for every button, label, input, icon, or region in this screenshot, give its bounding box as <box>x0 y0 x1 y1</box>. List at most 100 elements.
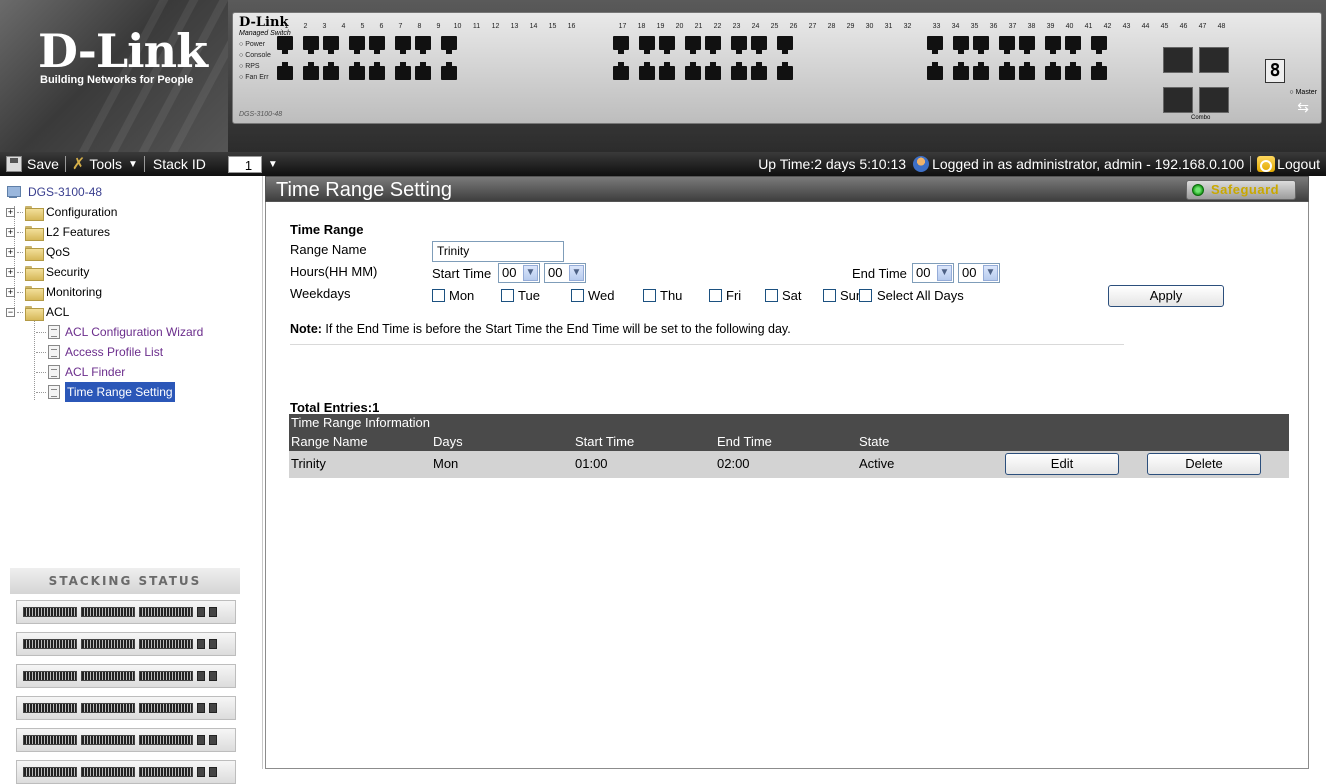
expand-icon[interactable]: + <box>6 247 15 257</box>
tree-label-monitoring: Monitoring <box>46 285 103 299</box>
section-title: Time Range <box>290 222 364 237</box>
day-label-mon: Mon <box>449 288 475 303</box>
ethernet-port <box>277 36 293 54</box>
tree-item-security[interactable]: + Security <box>6 262 203 282</box>
cell-range-name: Trinity <box>291 456 326 471</box>
ethernet-port <box>685 62 701 80</box>
ethernet-port <box>303 36 319 54</box>
tree-item-l2-features[interactable]: + L2 Features <box>6 222 203 242</box>
end-hour-select[interactable]: 00 ▼ <box>912 263 954 283</box>
expand-icon[interactable]: + <box>6 267 15 277</box>
tree-item-qos[interactable]: + QoS <box>6 242 203 262</box>
tree-item-monitoring[interactable]: + Monitoring <box>6 282 203 302</box>
stack-id-select[interactable]: 1 <box>227 155 262 173</box>
collapse-icon[interactable]: − <box>6 307 15 317</box>
ethernet-port <box>303 62 319 80</box>
tree-label-security: Security <box>46 265 90 279</box>
tools-menu[interactable]: ✗ Tools ▼ <box>66 152 144 176</box>
ethernet-port <box>1019 62 1035 80</box>
ethernet-port <box>1091 62 1107 80</box>
ethernet-port <box>705 62 721 80</box>
port-number: 22 <box>713 23 722 30</box>
start-minute-select[interactable]: 00 ▼ <box>544 263 586 283</box>
logo-tagline: Building Networks for People <box>40 74 194 86</box>
stack-unit[interactable] <box>16 728 236 752</box>
stack-unit[interactable] <box>16 632 236 656</box>
start-hour-select[interactable]: 00 ▼ <box>498 263 540 283</box>
expand-icon[interactable]: + <box>6 207 15 217</box>
chevron-down-icon[interactable]: ▼ <box>268 159 278 170</box>
apply-button[interactable]: Apply <box>1108 285 1224 307</box>
save-button[interactable]: Save <box>0 152 65 176</box>
select-all-days-checkbox[interactable] <box>859 289 872 302</box>
status-led-icon <box>1192 184 1204 196</box>
ethernet-port <box>613 62 629 80</box>
edit-button[interactable]: Edit <box>1005 453 1119 475</box>
tree-item-acl-configuration-wizard[interactable]: ACL Configuration Wizard <box>6 322 203 342</box>
sfp-port-48 <box>1199 87 1229 113</box>
panel-header: Time Range Setting Safeguard <box>265 176 1309 202</box>
sfp-port-45 <box>1163 47 1193 73</box>
port-number: 11 <box>472 23 481 30</box>
safeguard-indicator: Safeguard <box>1186 180 1296 200</box>
safeguard-label: Safeguard <box>1211 182 1280 197</box>
expand-icon[interactable]: + <box>6 287 15 297</box>
checkbox-sat[interactable] <box>765 289 778 302</box>
port-group-2: 17 18 19 20 21 22 23 24 25 26 27 28 29 30 31 32 <box>609 23 915 96</box>
delete-button[interactable]: Delete <box>1147 453 1261 475</box>
tree-item-acl[interactable]: − ACL <box>6 302 203 322</box>
tools-label: Tools <box>89 156 123 172</box>
port-group-1: 1 2 3 4 5 6 7 8 9 10 11 12 13 14 15 16 <box>273 23 579 96</box>
tree-item-access-profile-list[interactable]: Access Profile List <box>6 342 203 362</box>
stack-unit[interactable] <box>16 664 236 688</box>
stack-unit[interactable] <box>16 696 236 720</box>
expand-icon[interactable]: + <box>6 227 15 237</box>
stack-unit[interactable] <box>16 600 236 624</box>
tree-root[interactable]: DGS-3100-48 <box>6 182 203 202</box>
ethernet-port <box>441 36 457 54</box>
ethernet-port <box>349 36 365 54</box>
page-icon <box>48 365 60 379</box>
tree-label-l2-features: L2 Features <box>46 225 111 239</box>
range-name-input[interactable]: Trinity <box>432 241 564 262</box>
port-number: 29 <box>846 23 855 30</box>
checkbox-tue[interactable] <box>501 289 514 302</box>
port-number: 17 <box>618 23 627 30</box>
port-number: 46 <box>1179 23 1188 30</box>
port-number: 3 <box>322 23 327 30</box>
cell-start-time: 01:00 <box>575 456 608 471</box>
tree-item-acl-finder[interactable]: ACL Finder <box>6 362 203 382</box>
ethernet-port <box>1091 36 1107 54</box>
port-number: 28 <box>827 23 836 30</box>
folder-icon <box>25 245 44 261</box>
ethernet-port <box>751 62 767 80</box>
tree-label-acl-wizard: ACL Configuration Wizard <box>65 325 204 339</box>
checkbox-fri[interactable] <box>709 289 722 302</box>
ethernet-port <box>323 36 339 54</box>
end-minute-value: 00 <box>962 265 977 280</box>
stack-unit[interactable] <box>16 760 236 784</box>
switch-front-panel: D-Link Managed Switch Power Console RPS … <box>232 12 1322 124</box>
cell-state: Active <box>859 456 895 471</box>
note-body: If the End Time is before the Start Time… <box>321 322 791 336</box>
folder-icon <box>25 205 44 221</box>
panel-body: Time Range Range Name Trinity Hours(HH M… <box>265 202 1309 769</box>
tree-item-time-range-setting[interactable]: Time Range Setting <box>6 382 203 402</box>
checkbox-sun[interactable] <box>823 289 836 302</box>
end-minute-select[interactable]: 00 ▼ <box>958 263 1000 283</box>
tree-root-label: DGS-3100-48 <box>28 185 103 199</box>
port-number: 25 <box>770 23 779 30</box>
logo-text: D-Link <box>38 24 208 78</box>
uptime-text: Up Time:2 days 5:10:13 <box>758 156 907 172</box>
checkbox-mon[interactable] <box>432 289 445 302</box>
port-number: 38 <box>1027 23 1036 30</box>
logout-button[interactable]: Logout <box>1251 152 1326 176</box>
checkbox-wed[interactable] <box>571 289 584 302</box>
page-title: Time Range Setting <box>276 179 453 201</box>
ethernet-port <box>349 62 365 80</box>
table-row: Trinity Mon 01:00 02:00 Active Edit Dele… <box>289 451 1289 478</box>
user-icon <box>913 156 930 172</box>
port-number: 30 <box>865 23 874 30</box>
tree-item-configuration[interactable]: + Configuration <box>6 202 203 222</box>
checkbox-thu[interactable] <box>643 289 656 302</box>
